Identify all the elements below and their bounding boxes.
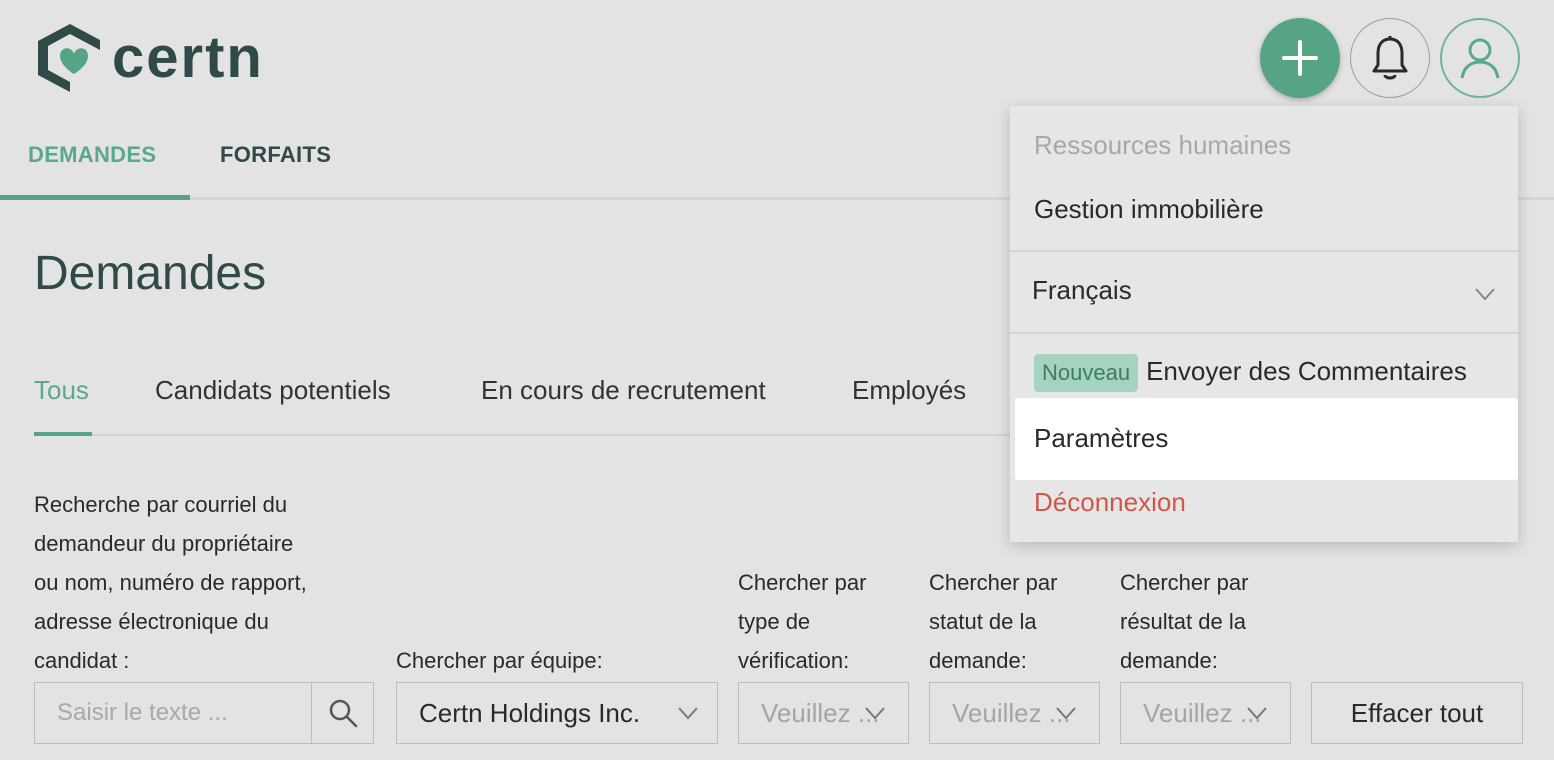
menu-item-ressources-humaines: Ressources humaines: [1034, 130, 1292, 160]
search-icon: [329, 699, 357, 728]
request-result-select[interactable]: Veuillez ...: [1120, 682, 1291, 744]
language-select[interactable]: Français: [1032, 275, 1496, 306]
chevron-down-icon: [1056, 707, 1076, 720]
verification-label-line: vérification:: [738, 648, 850, 673]
sub-tabs: Tous Candidats potentiels En cours de re…: [34, 370, 1024, 436]
subtab-employes[interactable]: Employés: [852, 375, 966, 406]
verification-type-filter-label: Chercher par type de vérification:: [738, 563, 866, 680]
request-result-filter-label: Chercher par résultat de la demande:: [1120, 563, 1248, 680]
team-select[interactable]: Certn Holdings Inc.: [396, 682, 718, 744]
subtab-tous[interactable]: Tous: [34, 375, 89, 406]
menu-item-logout[interactable]: Déconnexion: [1034, 487, 1186, 518]
header-actions: [1260, 18, 1520, 98]
chevron-down-icon: [1247, 707, 1267, 720]
search-input[interactable]: [35, 683, 311, 743]
active-tab-indicator: [0, 195, 190, 200]
user-menu-button[interactable]: [1440, 18, 1520, 98]
feedback-label: Envoyer des Commentaires: [1146, 355, 1467, 386]
search-label-line: adresse électronique du: [34, 609, 269, 634]
certn-logo-text: certn: [112, 25, 264, 90]
team-select-value: Certn Holdings Inc.: [419, 697, 641, 728]
status-label-line: Chercher par: [929, 570, 1058, 595]
new-badge: Nouveau: [1034, 354, 1139, 392]
menu-item-settings[interactable]: Paramètres: [1034, 423, 1168, 454]
menu-divider: [1010, 332, 1518, 334]
user-icon: [1460, 38, 1500, 79]
search-box: [34, 682, 374, 744]
verification-label-line: type de: [738, 609, 811, 634]
plus-icon: [1282, 40, 1318, 76]
search-button[interactable]: [311, 683, 373, 743]
result-label-line: demande:: [1120, 648, 1218, 673]
active-subtab-indicator: [34, 432, 92, 436]
search-label-line: candidat :: [34, 648, 130, 673]
user-dropdown-menu: Ressources humaines Gestion immobilière …: [1010, 106, 1518, 542]
search-label-line: ou nom, numéro de rapport,: [34, 570, 307, 595]
verification-type-select[interactable]: Veuillez ...: [738, 682, 909, 744]
search-filter-label: Recherche par courriel du demandeur du p…: [34, 485, 374, 680]
subtab-candidats-potentiels[interactable]: Candidats potentiels: [155, 375, 391, 406]
menu-item-gestion-immobiliere[interactable]: Gestion immobilière: [1034, 194, 1264, 225]
request-result-placeholder: Veuillez ...: [1143, 697, 1262, 728]
chevron-down-icon: [1475, 288, 1495, 301]
result-label-line: Chercher par: [1120, 570, 1249, 595]
tab-forfaits[interactable]: FORFAITS: [220, 142, 331, 168]
page-title: Demandes: [34, 247, 267, 300]
search-label-line: demandeur du propriétaire: [34, 531, 294, 556]
sub-tabs-divider: [34, 434, 1024, 436]
menu-divider: [1010, 250, 1518, 252]
bell-icon: [1372, 36, 1408, 80]
search-label-line: Recherche par courriel du: [34, 492, 288, 517]
menu-item-send-feedback[interactable]: Nouveau Envoyer des Commentaires: [1034, 354, 1467, 392]
result-label-line: résultat de la: [1120, 609, 1246, 634]
add-button[interactable]: [1260, 18, 1340, 98]
page: certn DEMANDES FORFAITS Demandes Tous Ca…: [0, 0, 1554, 760]
certn-logo[interactable]: certn: [36, 22, 264, 94]
status-label-line: statut de la: [929, 609, 1037, 634]
status-label-line: demande:: [929, 648, 1027, 673]
certn-logo-icon: [38, 24, 100, 92]
subtab-en-cours-de-recrutement[interactable]: En cours de recrutement: [481, 375, 766, 406]
notifications-button[interactable]: [1350, 18, 1430, 98]
request-status-filter-label: Chercher par statut de la demande:: [929, 563, 1057, 680]
chevron-down-icon: [865, 707, 885, 720]
language-select-value: Français: [1032, 275, 1132, 305]
chevron-down-icon: [678, 707, 698, 720]
clear-all-button[interactable]: Effacer tout: [1311, 682, 1523, 744]
request-status-placeholder: Veuillez ...: [952, 697, 1071, 728]
verification-type-placeholder: Veuillez ...: [761, 697, 880, 728]
verification-label-line: Chercher par: [738, 570, 867, 595]
tab-demandes[interactable]: DEMANDES: [28, 142, 156, 168]
request-status-select[interactable]: Veuillez ...: [929, 682, 1100, 744]
team-filter-label: Chercher par équipe:: [396, 648, 603, 673]
